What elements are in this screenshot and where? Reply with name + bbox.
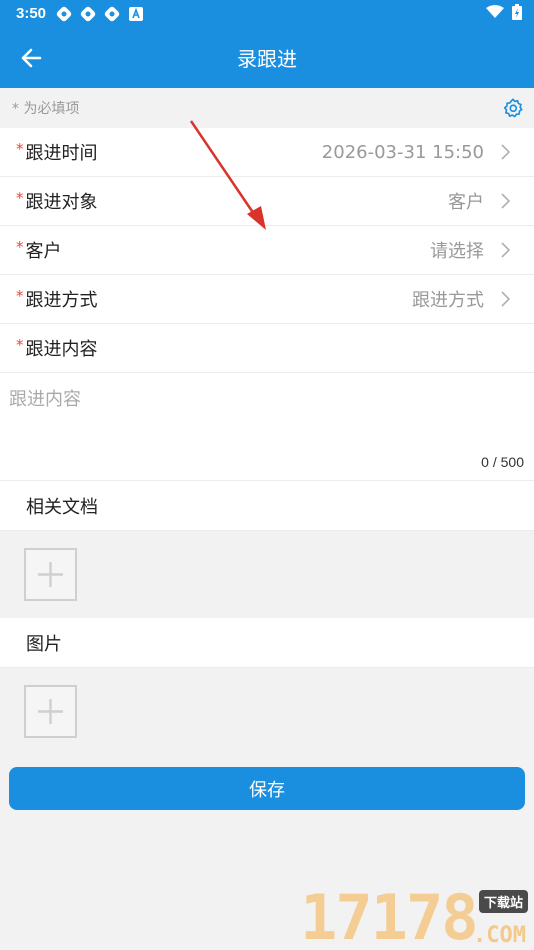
watermark-logo: 17178 下载站 .COM (300, 881, 530, 950)
follow-up-content-label: 跟进内容 (25, 339, 98, 360)
documents-section-title: 相关文档 (0, 481, 534, 531)
images-section-title: 图片 (0, 618, 534, 668)
follow-up-target-value: 客户 (448, 192, 484, 213)
add-document-button[interactable] (24, 548, 77, 601)
chevron-right-icon (496, 143, 514, 161)
chevron-right-icon (496, 192, 514, 210)
follow-up-content-row: * 跟进内容 (0, 324, 534, 373)
required-mark: * (16, 336, 24, 354)
back-arrow-icon[interactable] (18, 44, 46, 72)
status-time: 3:50 (16, 5, 47, 22)
watermark-digits: 17178 (300, 881, 479, 950)
status-bar: 3:50 (0, 0, 534, 27)
follow-up-time-value: 2026-03-31 15:50 (321, 141, 484, 163)
sync-icon (80, 6, 96, 22)
plus-icon (38, 699, 63, 724)
customer-row[interactable]: * 客户 请选择 (0, 226, 534, 275)
required-mark: * (16, 238, 24, 256)
follow-up-content-input[interactable]: 跟进内容 0 / 500 (0, 373, 534, 481)
follow-up-target-label: 跟进对象 (25, 192, 98, 213)
chevron-right-icon (496, 241, 514, 259)
page-title: 录跟进 (237, 49, 297, 71)
watermark-tag: 下载站 (478, 890, 528, 913)
customer-value: 请选择 (430, 241, 484, 262)
required-mark: * (16, 287, 24, 305)
customer-label: 客户 (25, 241, 62, 262)
add-image-button[interactable] (24, 685, 77, 738)
follow-up-target-row[interactable]: * 跟进对象 客户 (0, 177, 534, 226)
follow-up-method-label: 跟进方式 (25, 290, 98, 311)
chevron-right-icon (496, 290, 514, 308)
images-upload-area (0, 668, 534, 755)
follow-up-method-row[interactable]: * 跟进方式 跟进方式 (0, 275, 534, 324)
wifi-icon (486, 4, 504, 23)
documents-upload-area (0, 531, 534, 618)
save-button[interactable]: 保存 (9, 767, 525, 810)
required-hint-row: * 为必填项 (0, 88, 534, 128)
sync-icon (104, 6, 120, 22)
char-counter: 0 / 500 (481, 454, 524, 470)
a-icon (128, 6, 144, 22)
app-bar: 录跟进 (0, 27, 534, 88)
gear-icon[interactable] (502, 97, 524, 119)
follow-up-time-row[interactable]: * 跟进时间 2026-03-31 15:50 (0, 128, 534, 177)
battery-icon (512, 3, 522, 24)
required-mark: * (16, 140, 24, 158)
required-note: * 为必填项 (12, 101, 80, 117)
plus-icon (38, 562, 63, 587)
required-mark: * (16, 189, 24, 207)
follow-up-method-value: 跟进方式 (412, 290, 484, 311)
watermark-suffix: .COM (473, 923, 526, 948)
sync-icon (56, 6, 72, 22)
follow-up-time-label: 跟进时间 (25, 143, 98, 164)
content-placeholder: 跟进内容 (9, 389, 81, 410)
